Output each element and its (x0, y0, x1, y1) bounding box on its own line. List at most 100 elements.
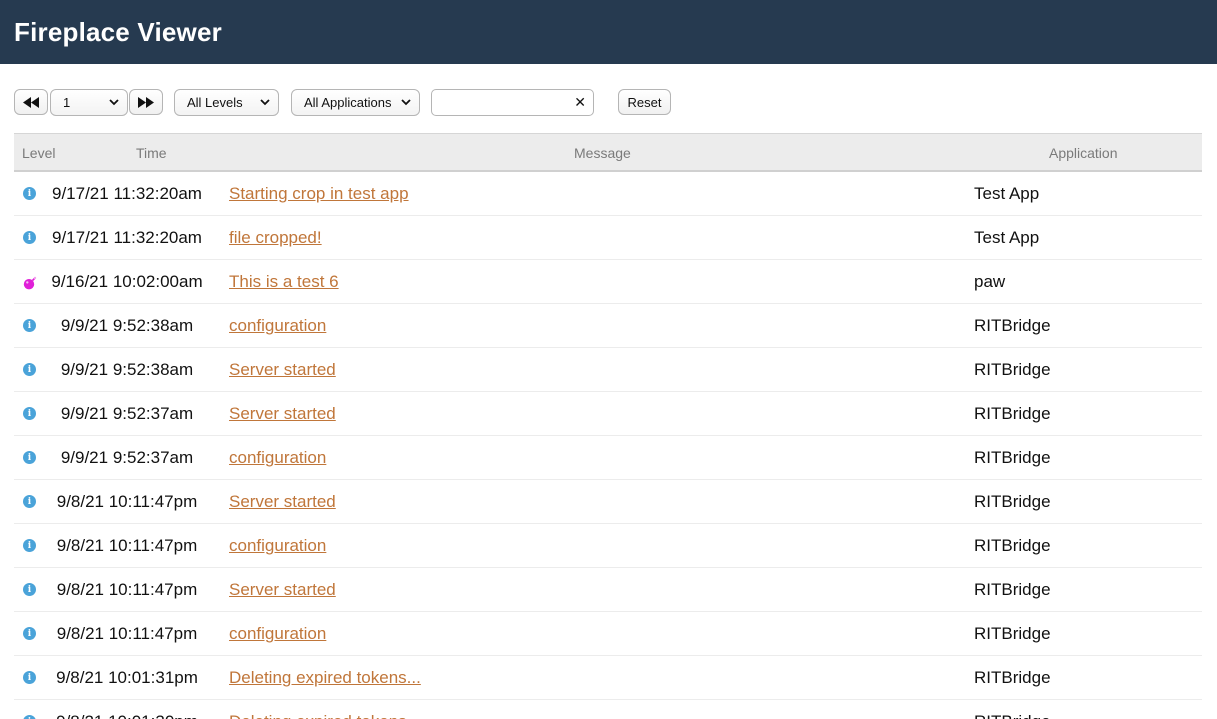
row-application: RITBridge (974, 448, 1051, 467)
row-level: i (23, 451, 36, 464)
row-level: i (23, 187, 36, 200)
row-time: 9/9/21 9:52:37am (60, 448, 194, 467)
row-time: 9/8/21 10:11:47pm (56, 492, 198, 511)
app-header: Fireplace Viewer (0, 0, 1217, 64)
row-application: RITBridge (974, 668, 1051, 687)
info-icon: i (23, 583, 36, 596)
fast-forward-icon (138, 96, 154, 108)
table-row[interactable]: 9/16/21 10:02:00am This is a test 6 paw (14, 260, 1202, 304)
row-time: 9/8/21 10:01:31pm (56, 668, 198, 687)
row-message-link[interactable]: Server started (229, 404, 336, 424)
table-row[interactable]: i 9/8/21 10:11:47pm configuration RITBridge (14, 524, 1202, 568)
row-time: 9/8/21 10:11:47pm (56, 624, 198, 643)
column-header-level[interactable]: Level (22, 145, 55, 161)
row-application: paw (974, 272, 1006, 291)
row-time: 9/9/21 9:52:38am (60, 360, 194, 379)
row-application: Test App (974, 228, 1040, 247)
toolbar: 1 All Levels All Applications ✕ Reset (14, 88, 1204, 116)
level-filter-value: All Levels (187, 95, 243, 110)
row-message-link[interactable]: configuration (229, 448, 326, 468)
row-application: RITBridge (974, 316, 1051, 335)
row-time: 9/8/21 10:11:47pm (56, 536, 198, 555)
row-level: i (23, 495, 36, 508)
table-row[interactable]: i 9/9/21 9:52:37am Server started RITBridge (14, 392, 1202, 436)
row-message-link[interactable]: This is a test 6 (229, 272, 339, 292)
table-row[interactable]: i 9/9/21 9:52:38am Server started RITBridge (14, 348, 1202, 392)
info-icon: i (23, 627, 36, 640)
row-message-link[interactable]: configuration (229, 316, 326, 336)
page-select[interactable]: 1 (50, 89, 128, 116)
table-row[interactable]: i 9/8/21 10:11:47pm configuration RITBridge (14, 612, 1202, 656)
row-time: 9/8/21 10:11:47pm (56, 580, 198, 599)
row-message-link[interactable]: file cropped! (229, 228, 322, 248)
clear-search-icon[interactable]: ✕ (574, 95, 586, 109)
row-application: RITBridge (974, 712, 1051, 719)
row-level: i (23, 363, 36, 376)
first-page-button[interactable] (14, 89, 48, 115)
table-row[interactable]: i 9/8/21 10:01:31pm Deleting expired token… (14, 656, 1202, 700)
column-header-time[interactable]: Time (136, 145, 167, 161)
info-icon: i (23, 407, 36, 420)
table-row[interactable]: i 9/17/21 11:32:20am file cropped! Test App (14, 216, 1202, 260)
row-application: RITBridge (974, 624, 1051, 643)
row-level: i (23, 539, 36, 552)
row-message-link[interactable]: Deleting expired tokens... (229, 668, 421, 688)
info-icon: i (23, 187, 36, 200)
info-icon: i (23, 495, 36, 508)
log-table: Level Time Message Application i 9/17/21 … (14, 133, 1202, 719)
table-row[interactable]: i 9/9/21 9:52:37am configuration RITBridge (14, 436, 1202, 480)
info-icon: i (23, 671, 36, 684)
row-level: i (23, 583, 36, 596)
bomb-icon (23, 276, 37, 290)
row-application: RITBridge (974, 536, 1051, 555)
row-application: RITBridge (974, 404, 1051, 423)
level-filter-select[interactable]: All Levels (174, 89, 279, 116)
row-application: RITBridge (974, 580, 1051, 599)
row-application: Test App (974, 184, 1040, 203)
reset-button[interactable]: Reset (618, 89, 671, 115)
info-icon: i (23, 319, 36, 332)
row-time: 9/8/21 10:01:30pm (36, 712, 218, 719)
row-application: RITBridge (974, 360, 1051, 379)
info-icon: i (23, 231, 36, 244)
search-input[interactable] (432, 90, 562, 115)
row-time: 9/17/21 11:32:20am (52, 228, 202, 247)
chevron-down-icon (260, 99, 270, 106)
rewind-icon (23, 96, 39, 108)
row-message-link[interactable]: Server started (229, 360, 336, 380)
table-body: i 9/17/21 11:32:20am Starting crop in test… (14, 172, 1202, 719)
table-row[interactable]: i 9/8/21 10:11:47pm Server started RITBridg… (14, 480, 1202, 524)
table-header: Level Time Message Application (14, 133, 1202, 172)
row-time: 9/9/21 9:52:37am (60, 404, 194, 423)
search-field: ✕ (431, 89, 594, 116)
row-level (23, 275, 37, 290)
chevron-down-icon (109, 99, 119, 106)
row-message-link[interactable]: Starting crop in test app (229, 184, 409, 204)
row-time: 9/9/21 9:52:38am (60, 316, 194, 335)
row-level: i (23, 671, 36, 684)
row-message-link[interactable]: Server started (229, 580, 336, 600)
table-row[interactable]: i 9/8/21 10:11:47pm Server started RITBridg… (14, 568, 1202, 612)
row-time: 9/16/21 10:02:00am (51, 272, 203, 291)
row-message-link[interactable]: configuration (229, 536, 326, 556)
info-icon: i (23, 451, 36, 464)
info-icon: i (23, 363, 36, 376)
last-page-button[interactable] (129, 89, 163, 115)
row-level: i (23, 231, 36, 244)
row-message-link[interactable]: Deleting expired tokens... (229, 712, 421, 719)
row-level: i (23, 319, 36, 332)
application-filter-select[interactable]: All Applications (291, 89, 420, 116)
row-level: i (23, 715, 36, 719)
info-icon: i (23, 715, 36, 719)
column-header-application[interactable]: Application (1049, 145, 1118, 161)
row-message-link[interactable]: Server started (229, 492, 336, 512)
chevron-down-icon (401, 99, 411, 106)
row-message-link[interactable]: configuration (229, 624, 326, 644)
application-filter-value: All Applications (304, 95, 392, 110)
page-select-value: 1 (63, 95, 71, 110)
table-row[interactable]: i 9/17/21 11:32:20am Starting crop in test… (14, 172, 1202, 216)
row-level: i (23, 407, 36, 420)
table-row[interactable]: i 9/9/21 9:52:38am configuration RITBridge (14, 304, 1202, 348)
table-row[interactable]: i9/8/21 10:01:30pm Deleting expired token… (14, 700, 1202, 719)
column-header-message[interactable]: Message (574, 145, 631, 161)
